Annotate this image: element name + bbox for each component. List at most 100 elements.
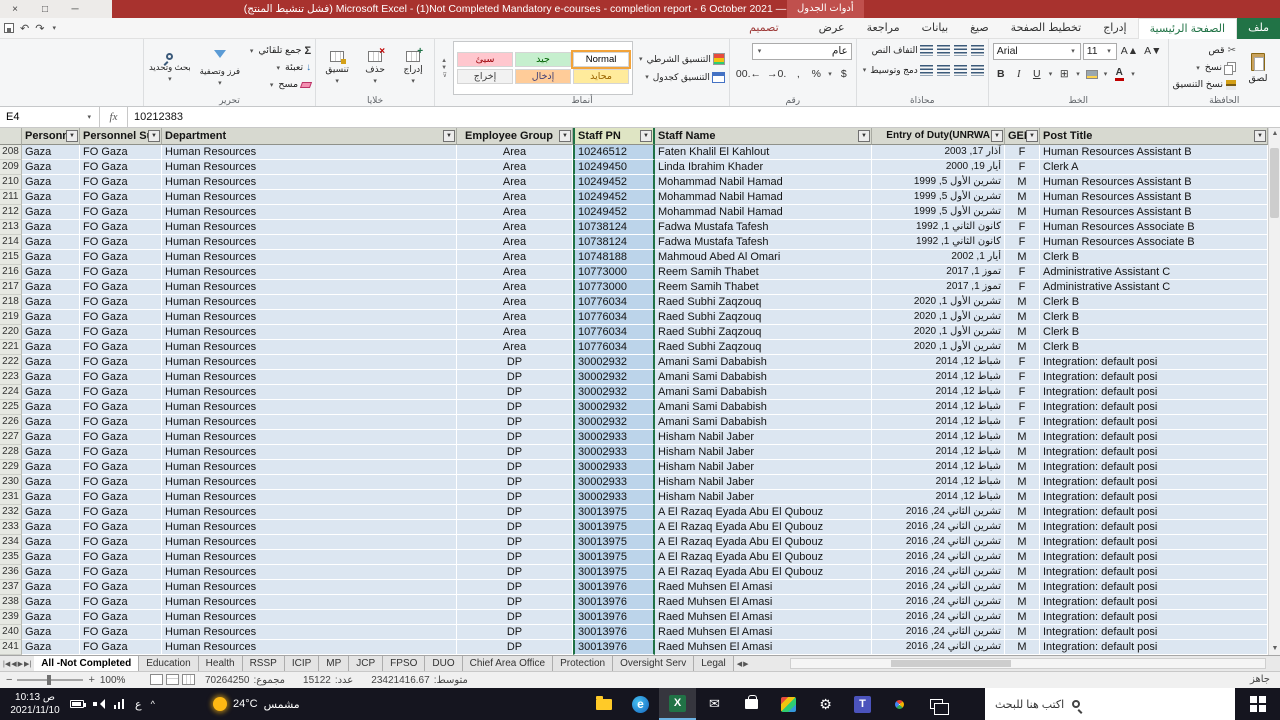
font-color-button[interactable]: A: [1111, 66, 1127, 83]
cell[interactable]: تشرين الثاني 24, 2016: [872, 580, 1005, 595]
scroll-down-icon[interactable]: ▼: [1269, 643, 1280, 655]
cell[interactable]: Area: [457, 295, 573, 310]
cell-style-إدخال[interactable]: إدخال: [515, 69, 571, 84]
cell[interactable]: FO Gaza: [80, 235, 162, 250]
column-header-department[interactable]: Department▼: [162, 128, 457, 145]
row-number[interactable]: 225: [0, 400, 22, 415]
cell[interactable]: Human Resources: [162, 250, 457, 265]
cell[interactable]: M: [1005, 430, 1040, 445]
cell[interactable]: FO Gaza: [80, 505, 162, 520]
cell[interactable]: Human Resources: [162, 220, 457, 235]
cell[interactable]: Area: [457, 325, 573, 340]
last-sheet-icon[interactable]: ▶|: [24, 660, 31, 668]
cell[interactable]: FO Gaza: [80, 355, 162, 370]
ribbon-tab-file[interactable]: ملف: [1237, 18, 1280, 39]
ribbon-tab-page-layout[interactable]: تخطيط الصفحة: [1000, 18, 1093, 39]
language-indicator[interactable]: ع: [135, 698, 142, 711]
cell[interactable]: Raed Muhsen El Amasi: [655, 640, 872, 655]
cell[interactable]: Human Resources: [162, 160, 457, 175]
cell[interactable]: FO Gaza: [80, 250, 162, 265]
ribbon-tab-home[interactable]: الصفحة الرئيسية: [1138, 18, 1237, 39]
cell[interactable]: Human Resources: [162, 415, 457, 430]
cell[interactable]: Human Resources: [162, 595, 457, 610]
cell[interactable]: Human Resources: [162, 625, 457, 640]
delete-cells-button[interactable]: حذف▾: [358, 41, 392, 95]
taskbar-app-settings[interactable]: ⚙: [807, 688, 844, 720]
cell[interactable]: FO Gaza: [80, 190, 162, 205]
percent-style-button[interactable]: %: [808, 66, 824, 83]
italic-button[interactable]: I: [1011, 66, 1027, 83]
cell[interactable]: Integration: default posi: [1040, 370, 1268, 385]
cell[interactable]: A El Razaq Eyada Abu El Qubouz: [655, 520, 872, 535]
cell[interactable]: شباط 12, 2014: [872, 415, 1005, 430]
cell[interactable]: 30013976: [573, 625, 655, 640]
vertical-scroll-thumb[interactable]: [1270, 148, 1279, 218]
ribbon-tab-review[interactable]: مراجعة: [856, 18, 911, 39]
cell[interactable]: Gaza: [22, 625, 80, 640]
column-header-entry-of-duty-unrwa[interactable]: Entry of Duty(UNRWA▼: [872, 128, 1005, 145]
cell[interactable]: FO Gaza: [80, 205, 162, 220]
merge-center-button[interactable]: دمج وتوسيط▾: [861, 63, 933, 78]
cell[interactable]: 30013975: [573, 520, 655, 535]
row-number[interactable]: 220: [0, 325, 22, 340]
cell[interactable]: DP: [457, 430, 573, 445]
column-header-personnel-su[interactable]: Personnel Su▼: [80, 128, 162, 145]
cell[interactable]: تشرين الثاني 24, 2016: [872, 640, 1005, 655]
cell[interactable]: Area: [457, 280, 573, 295]
row-number[interactable]: 238: [0, 595, 22, 610]
cell[interactable]: Human Resources Assistant B: [1040, 190, 1268, 205]
cell[interactable]: F: [1005, 400, 1040, 415]
cell[interactable]: Gaza: [22, 250, 80, 265]
volume-icon[interactable]: [93, 699, 105, 709]
sheet-tab-education[interactable]: Education: [139, 656, 198, 671]
cell[interactable]: FO Gaza: [80, 445, 162, 460]
cell[interactable]: FO Gaza: [80, 640, 162, 655]
taskbar-app-task-view[interactable]: [918, 688, 955, 720]
save-icon[interactable]: [4, 23, 14, 33]
cell[interactable]: Amani Sami Dababish: [655, 415, 872, 430]
cell[interactable]: Human Resources: [162, 175, 457, 190]
page-layout-view-icon[interactable]: [166, 674, 179, 685]
cell[interactable]: Gaza: [22, 175, 80, 190]
cell[interactable]: تشرين الأول 1, 2020: [872, 295, 1005, 310]
wrap-text-button[interactable]: التفاف النص: [872, 43, 933, 58]
filter-dropdown-icon[interactable]: ▼: [858, 130, 870, 142]
cell[interactable]: F: [1005, 220, 1040, 235]
cell[interactable]: Amani Sami Dababish: [655, 370, 872, 385]
cell[interactable]: F: [1005, 370, 1040, 385]
cell[interactable]: FO Gaza: [80, 565, 162, 580]
cell-style-جيد[interactable]: جيد: [515, 52, 571, 67]
cell[interactable]: 10776034: [573, 325, 655, 340]
cell[interactable]: Reem Samih Thabet: [655, 265, 872, 280]
cell[interactable]: FO Gaza: [80, 475, 162, 490]
cell[interactable]: Integration: default posi: [1040, 490, 1268, 505]
cell[interactable]: Gaza: [22, 520, 80, 535]
cell[interactable]: Mohammad Nabil Hamad: [655, 205, 872, 220]
row-number[interactable]: 224: [0, 385, 22, 400]
cell[interactable]: M: [1005, 610, 1040, 625]
row-number[interactable]: 217: [0, 280, 22, 295]
cell[interactable]: 30002932: [573, 370, 655, 385]
cell[interactable]: Gaza: [22, 370, 80, 385]
cell[interactable]: DP: [457, 610, 573, 625]
sort-filter-button[interactable]: فرز وتصفية▾: [198, 41, 242, 95]
cell[interactable]: FO Gaza: [80, 520, 162, 535]
cell[interactable]: تموز 1, 2017: [872, 280, 1005, 295]
cell[interactable]: A El Razaq Eyada Abu El Qubouz: [655, 505, 872, 520]
shrink-font-button[interactable]: A▼: [1142, 43, 1163, 60]
cell[interactable]: Gaza: [22, 535, 80, 550]
row-number[interactable]: 234: [0, 535, 22, 550]
weather-widget[interactable]: 24°C مشمس: [213, 688, 300, 720]
sheet-tab-protection[interactable]: Protection: [553, 656, 613, 671]
cell[interactable]: تشرين الثاني 24, 2016: [872, 535, 1005, 550]
taskbar-app-excel[interactable]: X: [659, 688, 696, 720]
ribbon-tab-design[interactable]: تصميم: [738, 18, 790, 39]
vertical-scrollbar[interactable]: ▲ ▼: [1268, 128, 1280, 655]
cell[interactable]: Gaza: [22, 385, 80, 400]
cell[interactable]: DP: [457, 490, 573, 505]
qat-customize-icon[interactable]: ▾: [52, 24, 56, 32]
cell[interactable]: 30002933: [573, 445, 655, 460]
cell[interactable]: FO Gaza: [80, 490, 162, 505]
cell[interactable]: Human Resources: [162, 370, 457, 385]
cell[interactable]: تشرين الأول 1, 2020: [872, 340, 1005, 355]
